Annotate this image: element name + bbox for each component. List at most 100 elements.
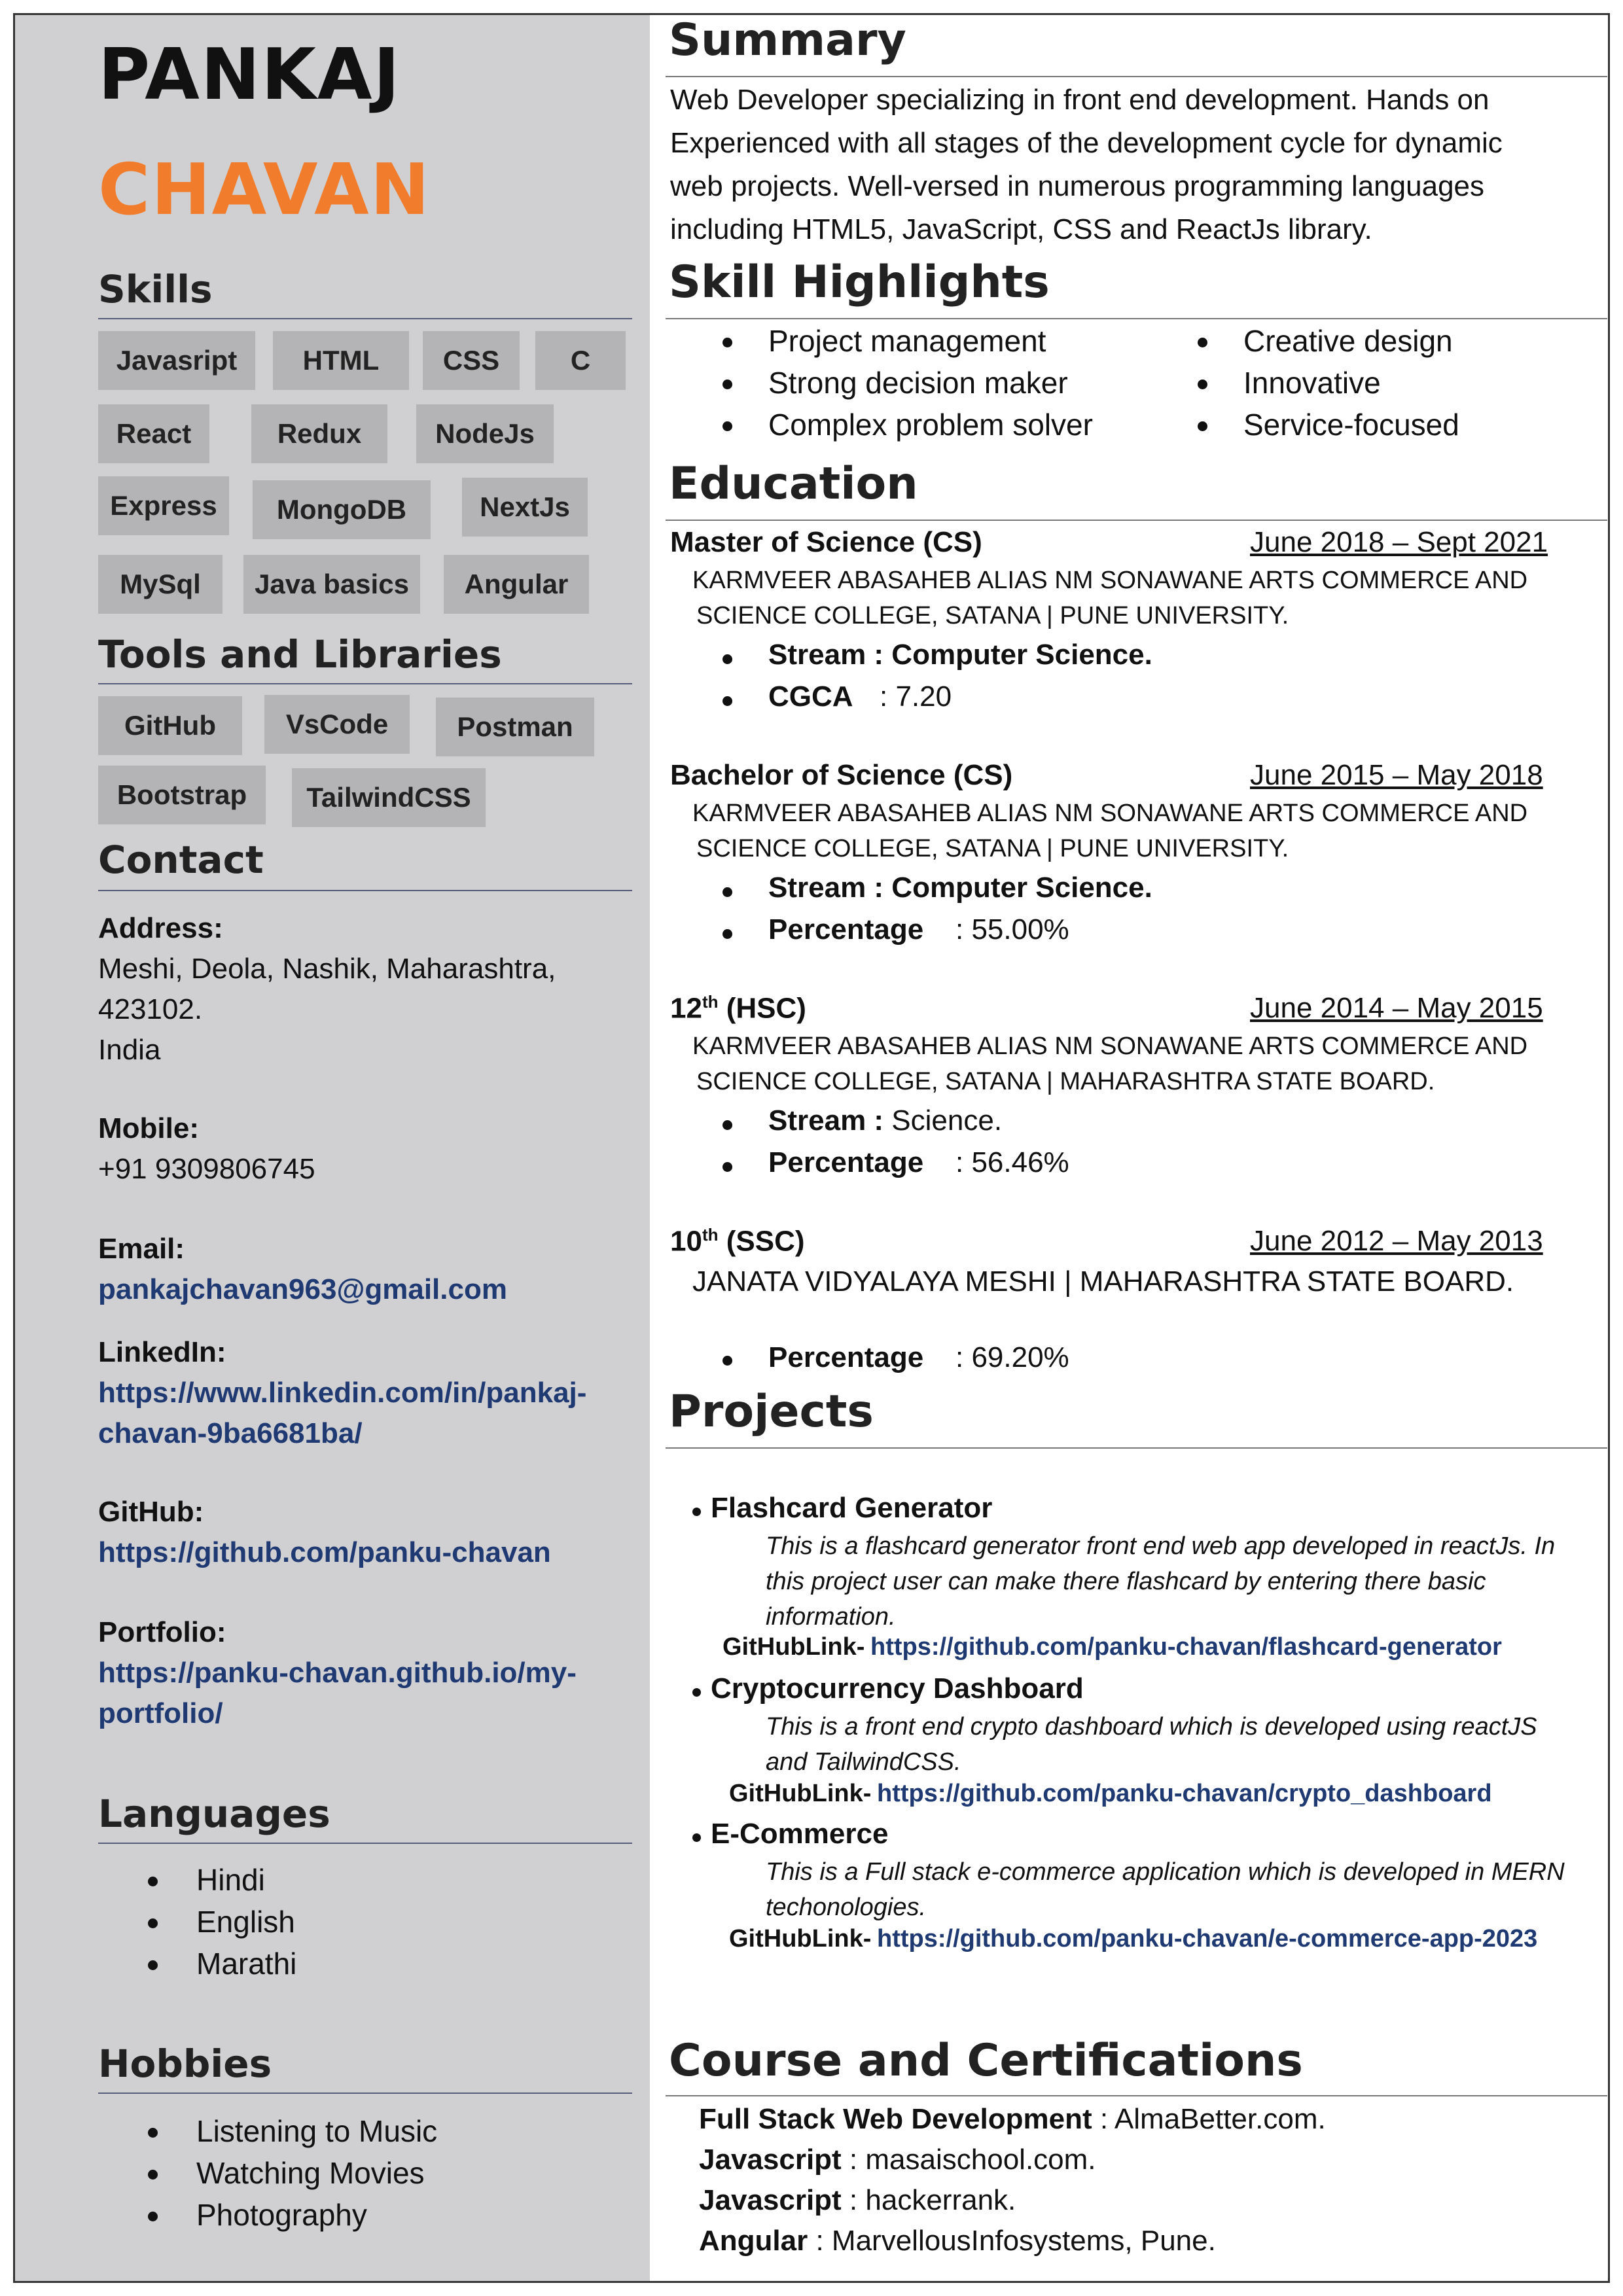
degree-title: 10th (SSC): [670, 1225, 805, 1258]
score-label: CGCA: [768, 680, 853, 713]
bullet-icon: [722, 421, 732, 431]
skill-chip: Express: [98, 476, 229, 535]
githublink-label: GitHubLink-: [729, 1780, 872, 1807]
github-label: GitHub:: [98, 1496, 204, 1528]
skill-chip: Java basics: [243, 555, 420, 614]
address-line: 423102.: [98, 993, 203, 1025]
bullet-icon: [692, 1508, 701, 1516]
bullet-icon: [722, 1356, 732, 1366]
address-line: Meshi, Deola, Nashik, Maharashtra,: [98, 953, 556, 985]
bullet-icon: [148, 2212, 158, 2221]
project-desc: This is a front end crypto dashboard whi…: [766, 1713, 1537, 1740]
bullet-icon: [722, 929, 732, 939]
project-desc: this project user can make there flashca…: [766, 1568, 1486, 1595]
project-desc: and TailwindCSS.: [766, 1748, 961, 1776]
summary-rule: [666, 76, 1607, 77]
score-value: : 69.20%: [955, 1341, 1069, 1373]
project-github-link[interactable]: https://github.com/panku-chavan/flashcar…: [870, 1633, 1502, 1661]
portfolio-link[interactable]: https://panku-chavan.github.io/my-: [98, 1653, 577, 1693]
hobby-item: Listening to Music: [196, 2114, 438, 2148]
project-github-link[interactable]: https://github.com/panku-chavan/crypto_d…: [877, 1780, 1492, 1808]
projects-heading: Projects: [669, 1386, 874, 1438]
cert-item: Full Stack Web Development : AlmaBetter.…: [699, 2103, 1326, 2135]
skill-chip: NextJs: [462, 478, 588, 537]
tool-chip: TailwindCSS: [292, 768, 486, 827]
tools-rule: [98, 683, 632, 684]
languages-rule: [98, 1843, 632, 1844]
email-link[interactable]: pankajchavan963@gmail.com: [98, 1269, 507, 1310]
bullet-icon: [692, 1688, 701, 1697]
project-github-link[interactable]: https://github.com/panku-chavan/e-commer…: [877, 1925, 1537, 1953]
score-value: : 7.20: [880, 680, 952, 713]
summary-line: Experienced with all stages of the devel…: [670, 127, 1503, 159]
score-label: Percentage: [768, 1146, 924, 1178]
skill-chip: Angular: [444, 555, 589, 614]
address-label: Address:: [98, 912, 223, 944]
project-desc: information.: [766, 1603, 896, 1631]
first-name: PANKAJ: [98, 34, 401, 116]
project-desc: This is a flashcard generator front end …: [766, 1532, 1556, 1560]
contact-rule: [98, 890, 632, 891]
language-item: English: [196, 1905, 295, 1939]
bullet-icon: [722, 338, 732, 347]
bullet-icon: [1198, 380, 1207, 389]
degree-title: 12th (HSC): [670, 992, 806, 1025]
project-title: E-Commerce: [711, 1818, 889, 1850]
project-title: Cryptocurrency Dashboard: [711, 1672, 1084, 1704]
linkedin-link[interactable]: https://www.linkedin.com/in/pankaj-: [98, 1373, 586, 1413]
githublink-label: GitHubLink-: [722, 1633, 865, 1661]
highlight-item: Project management: [768, 324, 1046, 358]
institution-line: KARMVEER ABASAHEB ALIAS NM SONAWANE ARTS…: [692, 800, 1528, 827]
highlight-item: Creative design: [1243, 324, 1453, 358]
score-label: Percentage: [768, 913, 924, 945]
email-label: Email:: [98, 1233, 185, 1265]
projects-rule: [666, 1447, 1607, 1449]
tool-chip: VsCode: [264, 695, 410, 754]
education-rule: [666, 520, 1607, 521]
github-link[interactable]: https://github.com/panku-chavan: [98, 1532, 551, 1573]
summary-line: including HTML5, JavaScript, CSS and Rea…: [670, 213, 1372, 245]
hobbies-heading: Hobbies: [98, 2041, 272, 2086]
skill-chip: Redux: [251, 404, 387, 463]
score-label: Percentage: [768, 1341, 924, 1373]
highlight-item: Service-focused: [1243, 408, 1459, 442]
highlight-item: Strong decision maker: [768, 366, 1068, 400]
bullet-icon: [1198, 338, 1207, 347]
cert-item: Angular : MarvellousInfosystems, Pune.: [699, 2225, 1216, 2257]
hobby-item: Watching Movies: [196, 2156, 425, 2190]
skill-chip: MySql: [98, 555, 223, 614]
institution-line: SCIENCE COLLEGE, SATANA | MAHARASHTRA ST…: [696, 1068, 1435, 1095]
institution-line: KARMVEER ABASAHEB ALIAS NM SONAWANE ARTS…: [692, 567, 1528, 594]
bullet-icon: [722, 1162, 732, 1172]
degree-title: Master of Science (CS): [670, 526, 982, 558]
project-title: Flashcard Generator: [711, 1492, 993, 1524]
skill-chip: CSS: [423, 331, 520, 390]
skills-rule: [98, 318, 632, 319]
institution-line: SCIENCE COLLEGE, SATANA | PUNE UNIVERSIT…: [696, 835, 1289, 862]
linkedin-link[interactable]: chavan-9ba6681ba/: [98, 1413, 363, 1454]
githublink-label: GitHubLink-: [729, 1925, 872, 1952]
bullet-icon: [722, 654, 732, 664]
portfolio-link[interactable]: portfolio/: [98, 1693, 223, 1734]
hobbies-rule: [98, 2093, 632, 2094]
bullet-icon: [148, 1918, 158, 1928]
skills-heading: Skills: [98, 267, 213, 311]
stream-item: Stream : Computer Science.: [768, 872, 1152, 904]
mobile-label: Mobile:: [98, 1112, 199, 1144]
degree-date: June 2015 – May 2018: [1250, 759, 1543, 791]
education-heading: Education: [669, 458, 918, 510]
highlights-rule: [666, 318, 1607, 319]
highlights-heading: Skill Highlights: [669, 256, 1050, 308]
portfolio-label: Portfolio:: [98, 1616, 226, 1648]
address-line: India: [98, 1034, 161, 1066]
mobile-value: +91 9309806745: [98, 1153, 315, 1185]
skill-chip: NodeJs: [416, 404, 554, 463]
tool-chip: GitHub: [98, 696, 242, 755]
contact-heading: Contact: [98, 838, 264, 882]
skill-chip: C: [535, 331, 626, 390]
score-value: : 55.00%: [955, 913, 1069, 945]
skill-chip: HTML: [273, 331, 409, 390]
degree-title: Bachelor of Science (CS): [670, 759, 1013, 791]
tools-heading: Tools and Libraries: [98, 632, 502, 677]
project-desc: This is a Full stack e-commerce applicat…: [766, 1858, 1565, 1886]
